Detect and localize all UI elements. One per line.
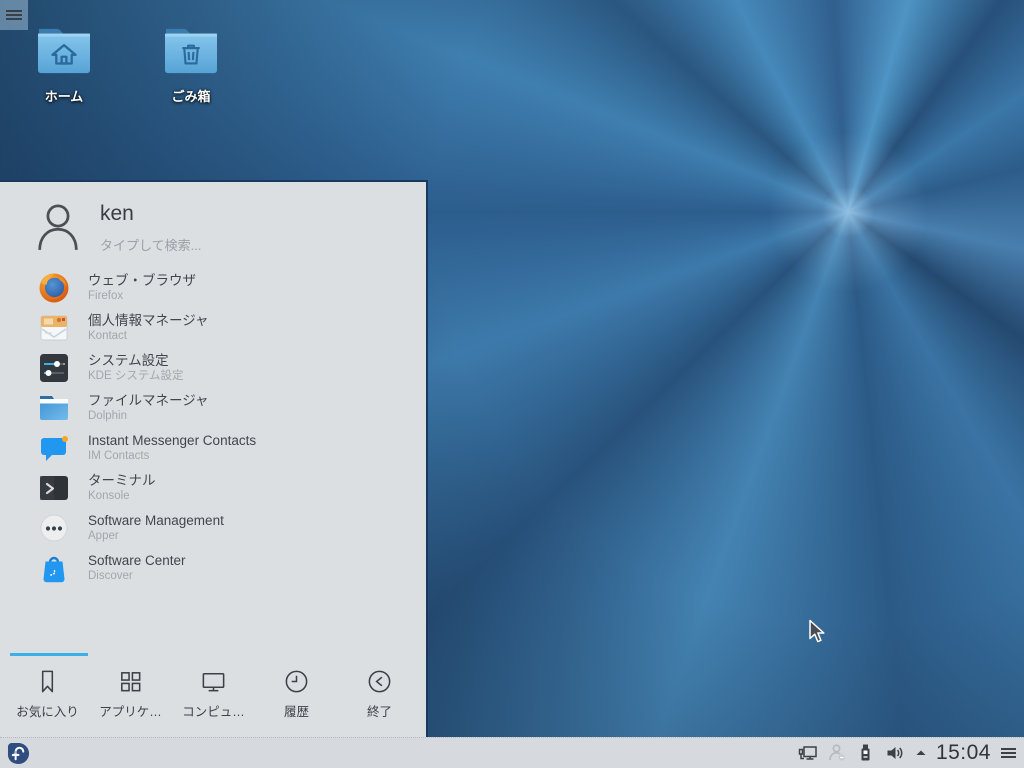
konsole-icon	[40, 476, 68, 500]
item-title: Software Center	[88, 552, 186, 568]
system-tray: 15:04	[798, 738, 1024, 768]
item-title: ターミナル	[88, 472, 156, 488]
item-subtitle: Konsole	[88, 489, 130, 502]
item-subtitle: Apper	[88, 529, 119, 542]
tab-computer[interactable]: コンピュ…	[172, 664, 255, 720]
tab-label: 終了	[366, 705, 392, 719]
launcher-item-web-browser[interactable]: ウェブ・ブラウザ Firefox	[0, 268, 426, 308]
launcher-item-terminal[interactable]: ターミナル Konsole	[0, 468, 426, 508]
launcher-tab-bar: お気に入り アプリケ… コンピュ… 履歴 終了	[6, 664, 422, 720]
item-subtitle: Kontact	[88, 329, 127, 342]
firefox-icon	[39, 273, 69, 303]
home-folder-icon	[38, 28, 90, 74]
hamburger-icon	[1001, 747, 1017, 760]
hamburger-icon	[6, 8, 22, 22]
network-icon[interactable]	[798, 743, 818, 763]
clock[interactable]: 15:04	[936, 741, 991, 765]
desktop-icon-label: ホーム	[44, 89, 84, 104]
discover-icon	[43, 556, 65, 583]
tab-label: コンピュ…	[182, 705, 245, 719]
desktop-icon-trash[interactable]: ごみ箱	[152, 24, 230, 106]
launcher-item-software-management[interactable]: Software Management Apper	[0, 508, 426, 548]
item-title: システム設定	[88, 352, 169, 368]
system-settings-icon	[40, 354, 68, 382]
tab-label: 履歴	[283, 705, 309, 719]
item-subtitle: Dolphin	[88, 409, 127, 422]
search-input[interactable]: タイプして検索...	[100, 235, 201, 254]
dolphin-icon	[40, 396, 68, 420]
tab-history[interactable]: 履歴	[255, 664, 338, 720]
applications-grid-icon	[121, 672, 141, 692]
leave-icon	[368, 670, 391, 693]
kontact-icon	[40, 315, 68, 341]
desktop-icon-label: ごみ箱	[171, 89, 211, 104]
tab-favorites[interactable]: お気に入り	[6, 664, 89, 720]
taskbar: 15:04	[0, 737, 1024, 768]
item-subtitle: Discover	[88, 569, 133, 582]
computer-monitor-icon	[202, 673, 225, 692]
item-title: Instant Messenger Contacts	[88, 432, 257, 448]
launcher-item-pim[interactable]: 個人情報マネージャ Kontact	[0, 308, 426, 348]
apper-icon	[40, 514, 68, 542]
user-avatar-icon	[38, 204, 78, 250]
volume-icon[interactable]	[885, 743, 905, 763]
active-tab-indicator	[10, 653, 88, 656]
mouse-cursor	[809, 619, 825, 643]
tab-leave[interactable]: 終了	[338, 664, 421, 720]
desktop-toolbox-button[interactable]	[0, 0, 28, 30]
launcher-header: ken タイプして検索...	[36, 202, 201, 254]
user-name: ken	[100, 202, 134, 225]
tab-label: お気に入り	[16, 705, 79, 719]
desktop-icon-home[interactable]: ホーム	[25, 24, 103, 106]
desktop: ホーム ごみ箱 ken タイプして検索... ウェブ・ブラウザ Firefox …	[0, 0, 1024, 768]
application-launcher-menu: ken タイプして検索... ウェブ・ブラウザ Firefox 個人情報マネージ…	[0, 180, 428, 737]
app-launcher-button[interactable]	[7, 742, 30, 765]
history-clock-icon	[285, 670, 308, 693]
bookmark-icon	[41, 670, 54, 693]
launcher-item-system-settings[interactable]: システム設定 KDE システム設定	[0, 348, 426, 388]
favorites-list: ウェブ・ブラウザ Firefox 個人情報マネージャ Kontact システム設…	[0, 268, 426, 588]
launcher-item-software-center[interactable]: Software Center Discover	[0, 548, 426, 588]
caret-up-icon[interactable]	[914, 746, 928, 760]
item-title: 個人情報マネージャ	[88, 312, 209, 328]
item-title: Software Management	[88, 512, 224, 528]
item-title: ウェブ・ブラウザ	[88, 272, 196, 288]
item-subtitle: KDE システム設定	[88, 369, 184, 382]
item-subtitle: IM Contacts	[88, 449, 150, 462]
im-status-offline-icon[interactable]	[827, 743, 847, 763]
item-subtitle: Firefox	[88, 289, 124, 302]
fedora-logo-icon	[7, 742, 30, 764]
trash-folder-icon	[165, 28, 217, 74]
tab-label: アプリケ…	[99, 705, 162, 719]
im-contacts-icon	[41, 436, 68, 461]
launcher-item-file-manager[interactable]: ファイルマネージャ Dolphin	[0, 388, 426, 428]
device-notifier-icon[interactable]	[856, 743, 876, 763]
tab-applications[interactable]: アプリケ…	[89, 664, 172, 720]
panel-overflow-button[interactable]	[1001, 745, 1017, 761]
launcher-item-im-contacts[interactable]: Instant Messenger Contacts IM Contacts	[0, 428, 426, 468]
item-title: ファイルマネージャ	[88, 392, 209, 408]
